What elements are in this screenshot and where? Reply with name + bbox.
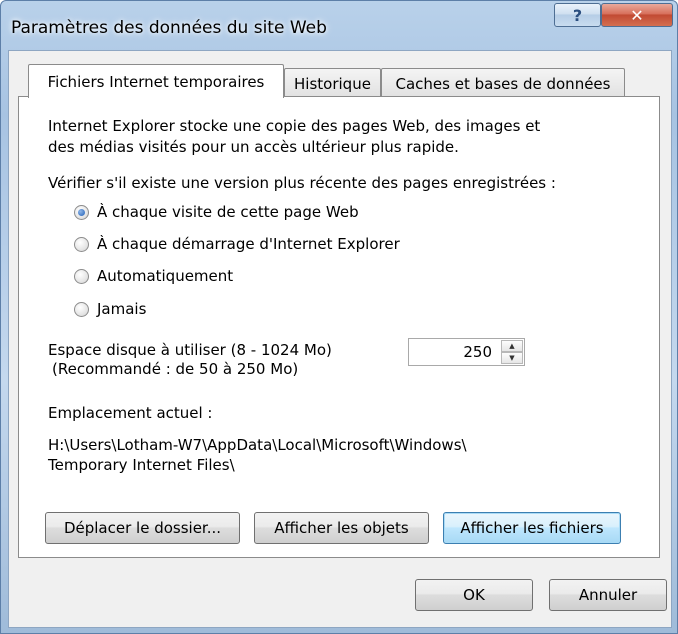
radio-label: Automatiquement bbox=[97, 267, 234, 285]
radio-button[interactable] bbox=[74, 236, 89, 252]
help-button[interactable]: ? bbox=[554, 3, 601, 27]
radio-label: À chaque visite de cette page Web bbox=[97, 203, 359, 221]
view-objects-button[interactable]: Afficher les objets bbox=[254, 512, 429, 544]
radio-button[interactable] bbox=[74, 301, 89, 317]
intro-text-line1: Internet Explorer stocke une copie des p… bbox=[48, 117, 541, 135]
disk-space-label: Espace disque à utiliser (8 - 1024 Mo) bbox=[48, 341, 332, 359]
tab-label: Caches et bases de données bbox=[395, 74, 611, 93]
help-icon: ? bbox=[572, 5, 583, 25]
increment-button[interactable]: ▲ bbox=[501, 340, 523, 352]
radio-label: Jamais bbox=[97, 300, 147, 318]
tab-label: Historique bbox=[294, 74, 371, 93]
current-location-path-line2: Temporary Internet Files\ bbox=[48, 456, 235, 474]
disk-space-stepper[interactable]: 250 ▲ ▼ bbox=[408, 338, 525, 366]
cancel-button[interactable]: Annuler bbox=[549, 579, 667, 611]
disk-space-value[interactable]: 250 bbox=[463, 343, 492, 361]
current-location-label: Emplacement actuel : bbox=[48, 404, 213, 422]
radio-every-visit[interactable]: À chaque visite de cette page Web bbox=[74, 201, 359, 223]
current-location-path-line1: H:\Users\Lotham-W7\AppData\Local\Microso… bbox=[48, 436, 467, 454]
check-version-label: Vérifier s'il existe une version plus ré… bbox=[48, 174, 556, 192]
intro-text-line2: des médias visités pour un accès ultérie… bbox=[48, 138, 459, 156]
tab-temporary-internet-files[interactable]: Fichiers Internet temporaires bbox=[28, 64, 284, 98]
radio-button[interactable] bbox=[74, 268, 89, 284]
radio-every-start[interactable]: À chaque démarrage d'Internet Explorer bbox=[74, 233, 400, 255]
close-button[interactable]: ✕ bbox=[601, 3, 673, 27]
disk-space-recommendation: (Recommandé : de 50 à 250 Mo) bbox=[52, 360, 299, 378]
window-title: Paramètres des données du site Web bbox=[11, 18, 327, 38]
move-folder-button[interactable]: Déplacer le dossier... bbox=[45, 512, 240, 544]
tab-caches-and-databases[interactable]: Caches et bases de données bbox=[381, 68, 625, 98]
chevron-up-icon: ▲ bbox=[509, 342, 515, 350]
tab-history[interactable]: Historique bbox=[284, 68, 381, 98]
decrement-button[interactable]: ▼ bbox=[501, 352, 523, 364]
radio-never[interactable]: Jamais bbox=[74, 298, 146, 320]
ok-button[interactable]: OK bbox=[415, 579, 533, 611]
radio-label: À chaque démarrage d'Internet Explorer bbox=[97, 235, 400, 253]
close-icon: ✕ bbox=[630, 5, 644, 25]
chevron-down-icon: ▼ bbox=[509, 354, 515, 362]
radio-button[interactable] bbox=[74, 204, 89, 220]
view-files-button[interactable]: Afficher les fichiers bbox=[443, 512, 621, 544]
radio-automatically[interactable]: Automatiquement bbox=[74, 265, 233, 287]
tab-label: Fichiers Internet temporaires bbox=[47, 72, 265, 91]
tab-panel bbox=[18, 96, 660, 558]
